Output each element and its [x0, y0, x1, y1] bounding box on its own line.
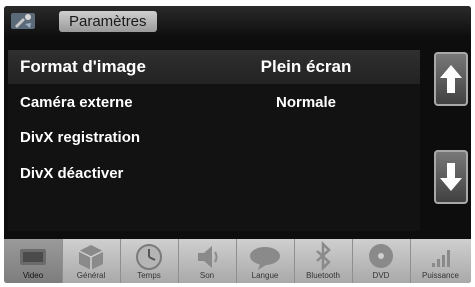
video-icon [20, 249, 46, 265]
setting-label: DivX registration [20, 129, 141, 146]
setting-row-divx-deactivate[interactable]: DivX déactiver [8, 161, 420, 189]
tab-language[interactable]: Langue [236, 239, 295, 283]
tab-label: Temps [137, 271, 161, 280]
setting-row-divx-registration[interactable]: DivX registration [8, 125, 420, 153]
tab-time[interactable]: Temps [120, 239, 179, 283]
tab-general[interactable]: Général [62, 239, 121, 283]
tab-dvd[interactable]: DVD [352, 239, 411, 283]
page-title: Paramètres [59, 11, 157, 32]
tab-label: DVD [372, 271, 390, 280]
tab-sound[interactable]: Son [178, 239, 237, 283]
settings-list: Format d'image Plein écran Caméra extern… [8, 50, 420, 231]
language-icon [250, 247, 280, 270]
setting-row-external-camera[interactable]: Caméra externe Normale [8, 90, 420, 118]
setting-row-image-format[interactable]: Format d'image Plein écran [8, 50, 420, 84]
arrow-down-icon [440, 163, 462, 191]
tab-power[interactable]: Puissance [410, 239, 471, 283]
head-unit-screen: Paramètres Format d'image Plein écran Ca… [4, 6, 471, 283]
tab-label: Général [76, 271, 106, 280]
scroll-down-button[interactable] [434, 150, 468, 204]
setting-label: Caméra externe [20, 94, 133, 111]
tab-label: Puissance [422, 271, 459, 280]
scroll-up-button[interactable] [434, 52, 468, 106]
title-bar: Paramètres [4, 6, 471, 36]
tab-label: Video [22, 271, 44, 280]
bluetooth-icon [316, 241, 331, 271]
tab-video[interactable]: Video [4, 239, 63, 283]
tab-label: Bluetooth [306, 271, 340, 280]
setting-label: Format d'image [20, 57, 146, 76]
clock-icon [136, 244, 162, 270]
settings-tools-icon[interactable] [10, 11, 36, 31]
category-tab-bar: Video Général Temps Son Langue Bluetooth… [4, 239, 471, 283]
disc-icon [369, 244, 393, 268]
setting-value: Plein écran [260, 57, 352, 76]
tab-label: Son [199, 271, 215, 280]
cube-icon [78, 245, 104, 270]
signal-bars-icon [432, 250, 450, 267]
speaker-icon [198, 246, 218, 268]
tab-bluetooth[interactable]: Bluetooth [294, 239, 353, 283]
setting-label: DivX déactiver [20, 165, 124, 182]
arrow-up-icon [440, 65, 462, 93]
setting-value: Normale [275, 94, 337, 111]
tab-label: Langue [251, 271, 279, 280]
